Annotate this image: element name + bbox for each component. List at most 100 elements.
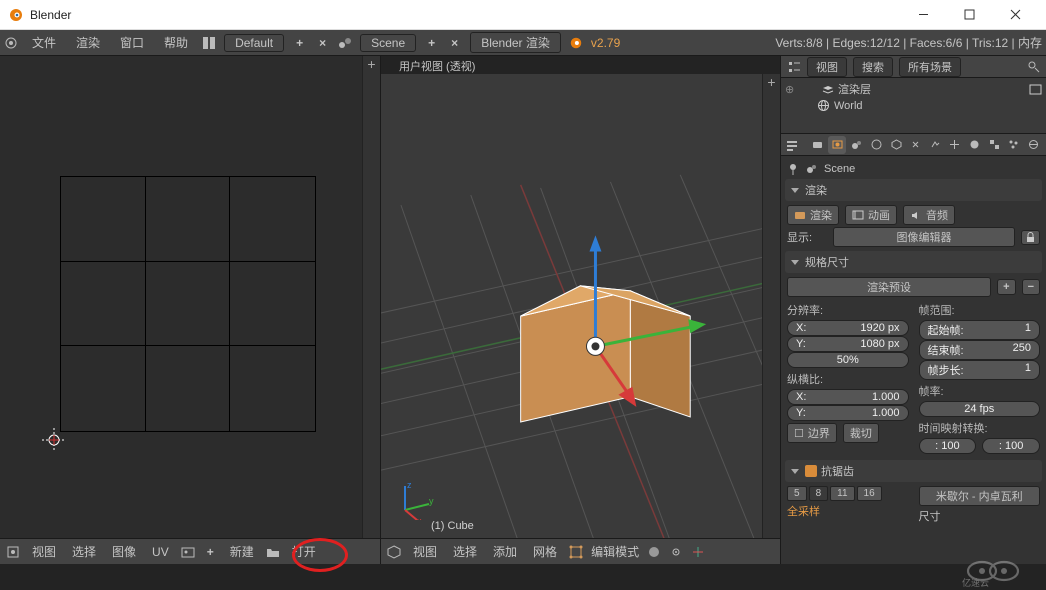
viewport-header: 视图 选择 添加 网格 编辑模式 [381,538,780,564]
fullsample-label: 全采样 [787,503,820,519]
window-maximize-button[interactable] [946,0,992,30]
layout-remove-button[interactable]: × [315,36,330,50]
tab-render[interactable] [809,136,827,154]
tab-texture[interactable] [985,136,1003,154]
scene-remove-button[interactable]: × [447,36,462,50]
aspect-x-field[interactable]: X:1.000 [787,389,909,405]
remap-new-field[interactable]: : 100 [982,438,1040,454]
pivot-icon[interactable] [669,545,683,559]
resolution-percent-field[interactable]: 50% [787,352,909,368]
info-header: 文件 渲染 窗口 帮助 Default + × Scene + × Blende… [0,30,1046,56]
editor-type-icon[interactable] [4,36,18,50]
uv-menu-select[interactable]: 选择 [68,543,100,560]
vp-menu-view[interactable]: 视图 [409,543,441,560]
image-new-button[interactable]: 新建 [226,543,258,560]
window-minimize-button[interactable] [900,0,946,30]
blender-icon [8,7,24,23]
fps-field[interactable]: 24 fps [919,401,1041,417]
frame-end-field[interactable]: 结束帧:250 [919,340,1041,360]
outliner-tree[interactable]: ⊕ 渲染层 World [781,78,1046,133]
mode-dropdown[interactable]: 编辑模式 [591,543,639,560]
aa-samples-group[interactable]: 5 8 11 16 [787,486,909,501]
resolution-y-field[interactable]: Y:1080 px [787,336,909,352]
render-anim-button[interactable]: 动画 [845,205,897,225]
menu-help[interactable]: 帮助 [158,34,194,51]
image-icon [1029,83,1042,96]
svg-text:z: z [407,480,412,490]
tab-object[interactable] [887,136,905,154]
properties-type-icon[interactable] [785,138,799,152]
tab-data[interactable] [946,136,964,154]
window-title: Blender [30,8,71,22]
outliner-item-world[interactable]: World [785,98,1042,113]
scene-dropdown[interactable]: Scene [360,34,416,52]
tab-material[interactable] [966,136,984,154]
remap-old-field[interactable]: : 100 [919,438,977,454]
tab-constraints[interactable] [907,136,925,154]
stats-text: Verts:8/8 | Edges:12/12 | Faces:6/6 | Tr… [775,34,1042,51]
tab-physics[interactable] [1024,136,1042,154]
uv-menu-image[interactable]: 图像 [108,543,140,560]
aa-enable-checkbox[interactable] [805,465,817,477]
vp-menu-add[interactable]: 添加 [489,543,521,560]
tab-scene[interactable] [848,136,866,154]
preset-remove-button[interactable]: − [1022,279,1040,295]
preset-add-button[interactable]: + [997,279,1015,295]
render-preset-dropdown[interactable]: 渲染预设 [787,277,991,297]
outliner-tab-view[interactable]: 视图 [807,57,847,77]
engine-dropdown[interactable]: Blender 渲染 [470,32,561,53]
frame-start-field[interactable]: 起始帧:1 [919,320,1041,340]
image-browse-icon[interactable] [181,545,195,559]
pin-icon[interactable] [787,163,799,175]
image-new-plus-button[interactable]: + [203,545,218,559]
screen-layout-icon[interactable] [202,36,216,50]
tab-particles[interactable] [1005,136,1023,154]
resolution-x-field[interactable]: X:1920 px [787,320,909,336]
menu-render[interactable]: 渲染 [70,34,106,51]
viewport-sidebar-toggle[interactable]: + [762,74,780,538]
viewport-canvas[interactable]: zyx (1) Cube + [381,74,780,538]
image-open-button[interactable]: 打开 [288,543,320,560]
manipulator-icon[interactable] [691,545,705,559]
scene-add-button[interactable]: + [424,36,439,50]
outliner-item-renderlayers[interactable]: ⊕ 渲染层 [785,80,1042,98]
tab-modifiers[interactable] [926,136,944,154]
shading-icon[interactable] [647,545,661,559]
panel-render-header[interactable]: 渲染 [785,179,1042,201]
screen-layout-dropdown[interactable]: Default [224,34,284,52]
outliner-tab-search[interactable]: 搜索 [853,57,893,77]
menu-window[interactable]: 窗口 [114,34,150,51]
aspect-y-field[interactable]: Y:1.000 [787,405,909,421]
menu-file[interactable]: 文件 [26,34,62,51]
uv-toolshelf-toggle[interactable]: + [362,56,380,538]
uv-menu-uvs[interactable]: UV [148,545,173,559]
uv-canvas[interactable]: + [0,56,380,538]
aa-filter-dropdown[interactable]: 米歇尔 - 内卓瓦利 [919,486,1041,506]
border-checkbox[interactable]: ☐ 边界 [787,423,837,443]
mode-icon[interactable] [569,545,583,559]
window-close-button[interactable] [992,0,1038,30]
outliner-tab-type[interactable]: 所有场景 [899,57,961,77]
outliner-type-icon[interactable] [787,60,801,74]
layout-add-button[interactable]: + [292,36,307,50]
crop-checkbox[interactable]: 裁切 [843,423,879,443]
uv-menu-view[interactable]: 视图 [28,543,60,560]
svg-text:y: y [429,496,434,506]
3d-viewport: 用户视图 (透视) [381,56,781,564]
panel-dimensions-header[interactable]: 规格尺寸 [785,251,1042,273]
tab-render-layers[interactable] [828,136,846,154]
render-audio-button[interactable]: 音频 [903,205,955,225]
vp-menu-mesh[interactable]: 网格 [529,543,561,560]
scene-icon[interactable] [338,36,352,50]
uv-editor-type-icon[interactable] [6,545,20,559]
viewport-type-icon[interactable] [387,545,401,559]
frame-step-field[interactable]: 帧步长:1 [919,360,1041,380]
tab-world[interactable] [868,136,886,154]
panel-aa-header[interactable]: 抗锯齿 [785,460,1042,482]
render-button[interactable]: 渲染 [787,205,839,225]
lock-icon[interactable] [1021,230,1040,245]
filter-icon[interactable] [1027,60,1040,73]
vp-menu-select[interactable]: 选择 [449,543,481,560]
display-dropdown[interactable]: 图像编辑器 [833,227,1015,247]
folder-icon[interactable] [266,545,280,559]
